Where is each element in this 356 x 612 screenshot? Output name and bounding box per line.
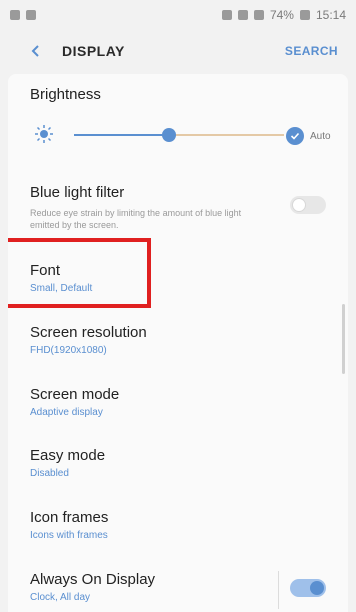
- check-icon: [290, 132, 300, 140]
- always-on-display-toggle[interactable]: [290, 579, 326, 597]
- back-button[interactable]: [28, 43, 44, 59]
- chevron-left-icon: [31, 45, 39, 57]
- icon-frames-setting[interactable]: Icon frames Icons with frames: [8, 509, 348, 541]
- blue-light-description: Reduce eye strain by limiting the amount…: [30, 208, 242, 230]
- mute-icon: [221, 10, 232, 20]
- status-bar: 74% 15:14: [0, 0, 356, 30]
- brightness-slider[interactable]: Auto: [34, 118, 331, 154]
- clock: 15:14: [315, 8, 346, 22]
- search-button[interactable]: SEARCH: [285, 44, 338, 58]
- toggle-knob: [310, 581, 324, 595]
- screen-resolution-title: Screen resolution: [30, 324, 147, 341]
- scrollbar[interactable]: [342, 304, 345, 374]
- status-right: 74% 15:14: [221, 8, 346, 22]
- easy-mode-setting[interactable]: Easy mode Disabled: [8, 447, 348, 479]
- notification-icon: [10, 10, 20, 20]
- brightness-setting: Brightness: [8, 86, 348, 103]
- page-title: DISPLAY: [62, 43, 125, 59]
- wifi-icon: [237, 10, 248, 20]
- slider-fill: [74, 134, 169, 136]
- sun-icon: [35, 125, 53, 143]
- gallery-icon: [26, 10, 36, 20]
- divider: [278, 571, 279, 609]
- icon-frames-value: Icons with frames: [30, 530, 108, 541]
- slider-thumb[interactable]: [161, 128, 176, 142]
- always-on-display-value: Clock, All day: [30, 592, 91, 603]
- screen-mode-setting[interactable]: Screen mode Adaptive display: [8, 386, 348, 418]
- signal-icon: [253, 10, 264, 20]
- brightness-title: Brightness: [30, 86, 101, 103]
- settings-card: Brightness Auto Blue light filter Reduce…: [8, 74, 348, 612]
- toggle-knob: [292, 198, 306, 212]
- easy-mode-title: Easy mode: [30, 447, 106, 464]
- slider-track[interactable]: [74, 128, 284, 142]
- screen-resolution-value: FHD(1920x1080): [30, 345, 107, 356]
- screen-mode-value: Adaptive display: [30, 407, 103, 418]
- status-left: [10, 10, 36, 20]
- app-header: DISPLAY SEARCH: [0, 30, 356, 72]
- always-on-display-title: Always On Display: [30, 571, 156, 588]
- auto-label: Auto: [310, 130, 331, 142]
- screen-resolution-setting[interactable]: Screen resolution FHD(1920x1080): [8, 324, 348, 356]
- battery-percent: 74%: [269, 8, 294, 22]
- auto-brightness[interactable]: Auto: [286, 127, 331, 145]
- battery-icon: [299, 10, 310, 20]
- easy-mode-value: Disabled: [30, 468, 69, 479]
- screen-mode-title: Screen mode: [30, 386, 120, 403]
- highlight-box: [8, 238, 151, 308]
- auto-checkbox[interactable]: [286, 127, 304, 145]
- icon-frames-title: Icon frames: [30, 509, 109, 526]
- blue-light-title: Blue light filter: [30, 184, 125, 201]
- blue-light-toggle[interactable]: [290, 196, 326, 214]
